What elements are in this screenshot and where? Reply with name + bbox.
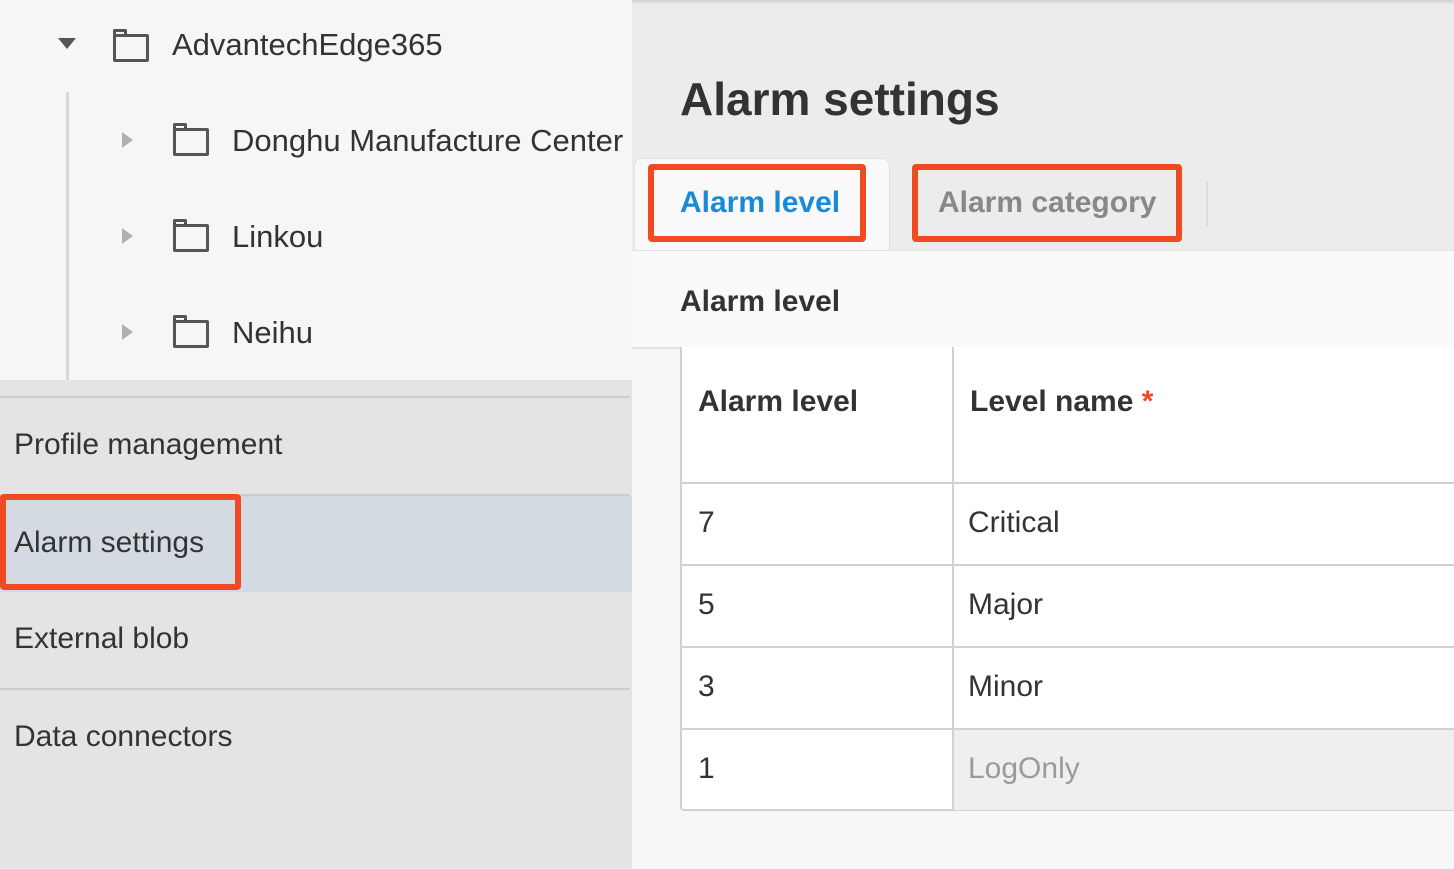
column-header-alarm-level: Alarm level bbox=[698, 385, 859, 418]
folder-icon bbox=[173, 219, 209, 252]
panel-title: Alarm level bbox=[680, 285, 841, 318]
alarm-level-table: Alarm level Level name * 7 Critical 5 Ma… bbox=[680, 347, 1454, 811]
nav-item-data-connectors[interactable]: Data connectors bbox=[0, 690, 632, 786]
chevron-right-icon[interactable] bbox=[122, 324, 133, 340]
sidebar: AdvantechEdge365 Donghu Manufacture Cent… bbox=[0, 0, 632, 868]
tab-divider bbox=[1206, 182, 1208, 226]
table-row: 1 LogOnly bbox=[682, 730, 1454, 812]
tree-node-root[interactable]: AdvantechEdge365 bbox=[0, 14, 632, 74]
tree-node-neihu[interactable]: Neihu bbox=[0, 302, 632, 362]
chevron-right-icon[interactable] bbox=[122, 132, 133, 148]
chevron-right-icon[interactable] bbox=[122, 228, 133, 244]
folder-icon bbox=[173, 123, 209, 156]
device-tree: AdvantechEdge365 Donghu Manufacture Cent… bbox=[0, 0, 632, 380]
tab-alarm-level[interactable]: Alarm level bbox=[680, 186, 840, 220]
tree-node-label: AdvantechEdge365 bbox=[172, 27, 443, 62]
level-name-input[interactable]: Minor bbox=[968, 670, 1043, 704]
tree-node-label: Neihu bbox=[232, 315, 313, 350]
required-asterisk: * bbox=[1141, 385, 1154, 418]
tree-node-label: Linkou bbox=[232, 219, 324, 254]
nav-item-external-blob[interactable]: External blob bbox=[0, 592, 632, 688]
alarm-level-value: 1 bbox=[698, 752, 715, 785]
tree-node-label: Donghu Manufacture Center bbox=[232, 123, 624, 158]
nav-item-label: Data connectors bbox=[14, 720, 233, 753]
table-row: 5 Major bbox=[682, 566, 1454, 648]
folder-icon bbox=[173, 315, 209, 348]
tree-node-linkou[interactable]: Linkou bbox=[0, 206, 632, 266]
alarm-level-value: 5 bbox=[698, 588, 715, 621]
alarm-level-value: 7 bbox=[698, 506, 715, 539]
level-name-input[interactable]: Major bbox=[968, 588, 1043, 622]
level-name-input[interactable]: Critical bbox=[968, 506, 1060, 540]
top-shadow bbox=[632, 0, 1454, 5]
chevron-down-icon[interactable] bbox=[58, 38, 76, 49]
alarm-level-value: 3 bbox=[698, 670, 715, 703]
folder-icon bbox=[113, 29, 149, 62]
nav-item-profile-management[interactable]: Profile management bbox=[0, 398, 632, 494]
table-row: 7 Critical bbox=[682, 484, 1454, 566]
nav-item-label: Alarm settings bbox=[14, 526, 205, 559]
column-header-label: Level name bbox=[970, 385, 1134, 418]
tree-node-donghu[interactable]: Donghu Manufacture Center bbox=[0, 110, 632, 170]
table-row: 3 Minor bbox=[682, 648, 1454, 730]
level-name-input-disabled: LogOnly bbox=[968, 752, 1080, 785]
column-header-level-name: Level name * bbox=[970, 385, 1153, 419]
page-title: Alarm settings bbox=[680, 73, 1000, 125]
nav-item-label: External blob bbox=[14, 622, 190, 655]
nav-item-alarm-settings[interactable]: Alarm settings bbox=[0, 496, 632, 592]
panel-header: Alarm level bbox=[632, 251, 1454, 349]
nav-item-label: Profile management bbox=[14, 428, 283, 461]
tab-alarm-category[interactable]: Alarm category bbox=[938, 186, 1156, 220]
